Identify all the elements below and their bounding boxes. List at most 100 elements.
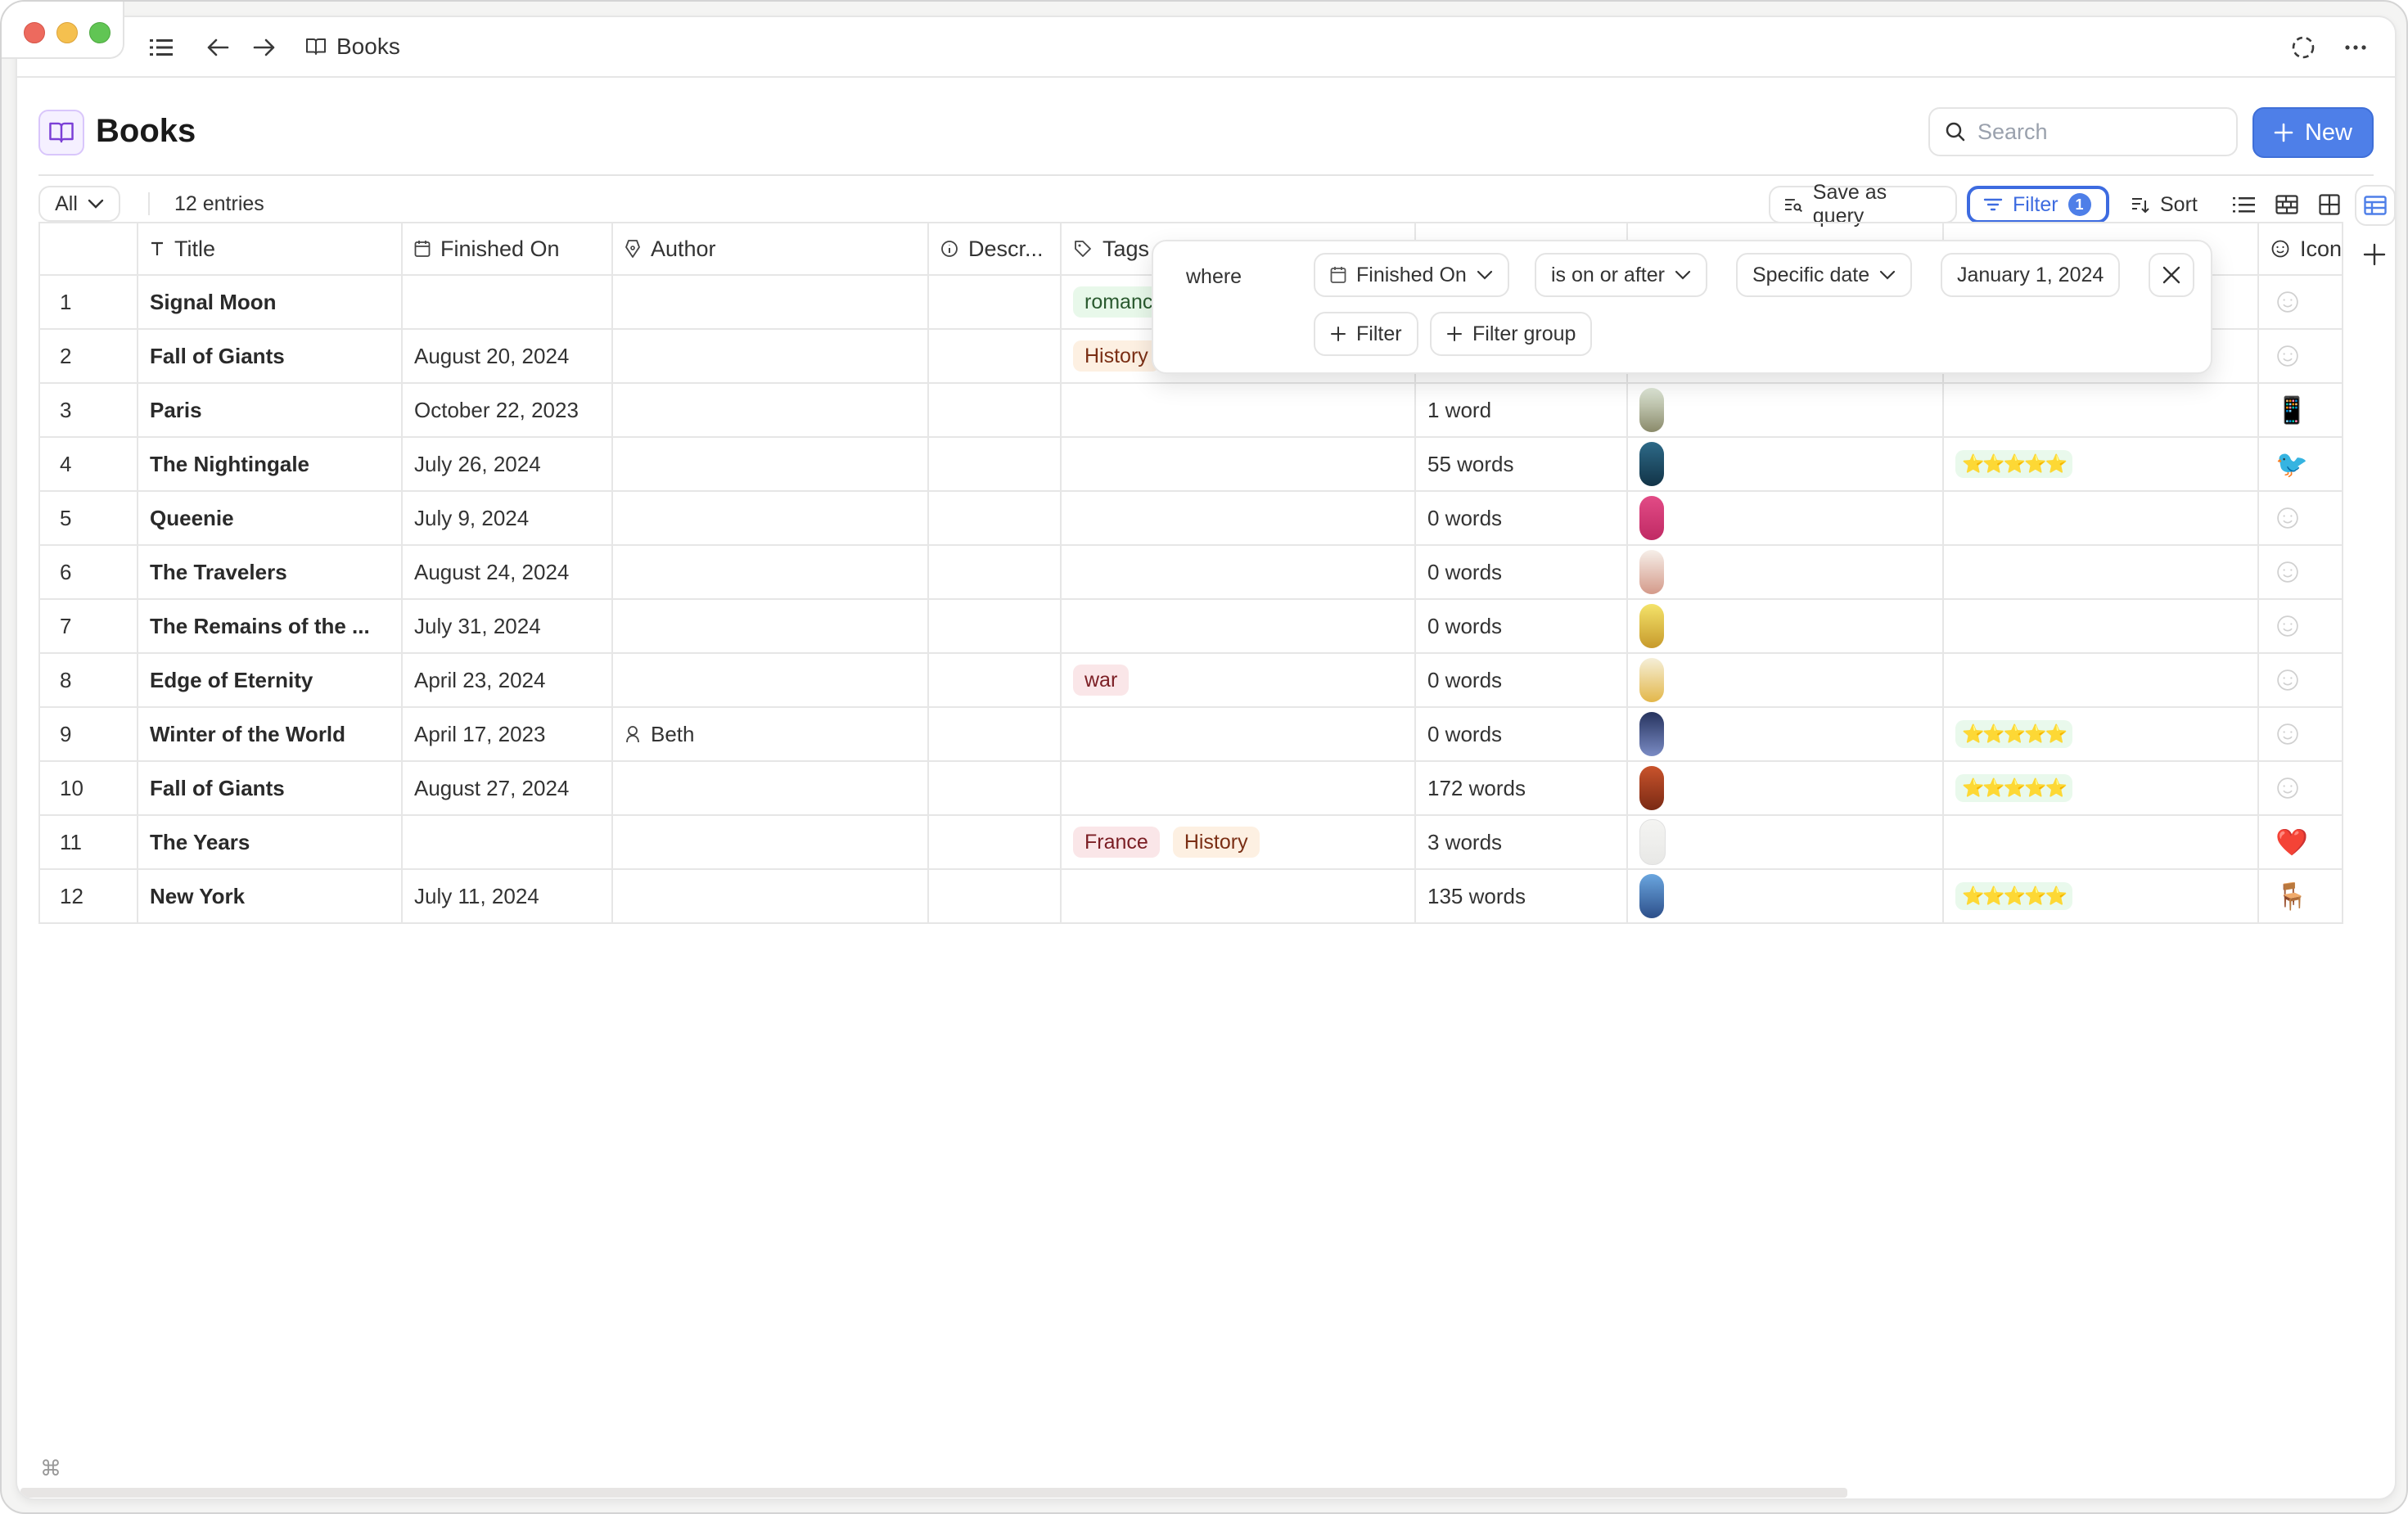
rating-cell[interactable] [1944,492,2259,546]
description-cell[interactable] [929,708,1062,762]
cover-cell[interactable] [1628,708,1944,762]
rating-cell[interactable] [1944,654,2259,708]
book-cover-image[interactable] [1639,388,1664,432]
tags-cell[interactable] [1062,546,1416,600]
description-cell[interactable] [929,870,1062,924]
tags-cell[interactable] [1062,870,1416,924]
title-cell[interactable]: The Nightingale [138,438,403,492]
column-header-num[interactable] [38,222,138,276]
description-cell[interactable] [929,600,1062,654]
finished-on-cell[interactable]: April 17, 2023 [403,708,613,762]
more-options-button[interactable] [2342,34,2370,61]
title-cell[interactable]: Queenie [138,492,403,546]
title-cell[interactable]: The Years [138,816,403,870]
add-column-button[interactable] [2358,238,2391,271]
icon-cell[interactable] [2259,600,2343,654]
icon-cell[interactable]: 🪑 [2259,870,2343,924]
search-input[interactable] [1976,118,2225,146]
filter-date-input[interactable]: January 1, 2024 [1941,253,2121,297]
tags-cell[interactable] [1062,762,1416,816]
title-cell[interactable]: Signal Moon [138,276,403,330]
tags-cell[interactable] [1062,600,1416,654]
sync-button[interactable] [2289,34,2317,61]
tags-cell[interactable] [1062,492,1416,546]
finished-on-cell[interactable]: July 26, 2024 [403,438,613,492]
back-button[interactable] [204,34,232,61]
description-cell[interactable] [929,654,1062,708]
book-cover-image[interactable] [1639,442,1664,486]
title-cell[interactable]: Winter of the World [138,708,403,762]
icon-cell[interactable]: 📱 [2259,384,2343,438]
book-cover-image[interactable] [1639,819,1666,865]
author-cell[interactable] [613,762,929,816]
book-cover-image[interactable] [1639,658,1664,702]
finished-on-cell[interactable]: August 27, 2024 [403,762,613,816]
search-box[interactable] [1928,107,2238,156]
icon-cell[interactable] [2259,654,2343,708]
title-cell[interactable]: New York [138,870,403,924]
view-filter-dropdown[interactable]: All [38,186,120,222]
list-view-button[interactable] [2229,189,2260,220]
cover-cell[interactable] [1628,600,1944,654]
board-view-button[interactable] [2314,189,2345,220]
description-cell[interactable] [929,276,1062,330]
description-cell[interactable] [929,384,1062,438]
add-filter-group-button[interactable]: Filter group [1430,312,1593,356]
gallery-view-button[interactable] [2271,189,2302,220]
remove-filter-button[interactable] [2149,253,2194,297]
finished-on-cell[interactable]: August 24, 2024 [403,546,613,600]
add-filter-button[interactable]: Filter [1314,312,1418,356]
save-as-query-button[interactable]: Save as query [1769,181,1957,228]
finished-on-cell[interactable] [403,276,613,330]
column-header-description[interactable]: Descr... [929,222,1062,276]
rating-cell[interactable] [1944,600,2259,654]
author-cell[interactable]: Beth [613,708,929,762]
book-cover-image[interactable] [1639,874,1664,918]
filter-field-dropdown[interactable]: Finished On [1314,253,1509,297]
icon-cell[interactable] [2259,276,2343,330]
page-icon[interactable] [38,110,84,155]
cover-cell[interactable] [1628,438,1944,492]
filter-operator-dropdown[interactable]: is on or after [1535,253,1707,297]
title-cell[interactable]: The Remains of the ... [138,600,403,654]
tags-cell[interactable]: France History [1062,816,1416,870]
cover-cell[interactable] [1628,492,1944,546]
cover-cell[interactable] [1628,870,1944,924]
column-header-icon[interactable]: Icon [2259,222,2343,276]
sort-button[interactable]: Sort [2116,186,2214,223]
author-cell[interactable] [613,276,929,330]
cover-cell[interactable] [1628,762,1944,816]
rating-cell[interactable]: ⭐⭐⭐⭐⭐ [1944,708,2259,762]
rating-cell[interactable]: ⭐⭐⭐⭐⭐ [1944,438,2259,492]
finished-on-cell[interactable]: July 31, 2024 [403,600,613,654]
description-cell[interactable] [929,546,1062,600]
scrollbar-thumb[interactable] [20,1488,1847,1498]
icon-cell[interactable] [2259,546,2343,600]
icon-cell[interactable] [2259,708,2343,762]
author-cell[interactable] [613,438,929,492]
finished-on-cell[interactable]: August 20, 2024 [403,330,613,384]
cover-cell[interactable] [1628,384,1944,438]
zoom-window-button[interactable] [89,22,110,43]
finished-on-cell[interactable]: April 23, 2024 [403,654,613,708]
title-cell[interactable]: The Travelers [138,546,403,600]
title-cell[interactable]: Edge of Eternity [138,654,403,708]
filter-button[interactable]: Filter 1 [1967,186,2109,223]
book-cover-image[interactable] [1639,604,1664,648]
icon-cell[interactable] [2259,330,2343,384]
rating-cell[interactable] [1944,384,2259,438]
description-cell[interactable] [929,816,1062,870]
tags-cell[interactable] [1062,438,1416,492]
table-view-button[interactable] [2355,185,2395,226]
minimize-window-button[interactable] [56,22,78,43]
author-cell[interactable] [613,870,929,924]
column-header-title[interactable]: Title [138,222,403,276]
finished-on-cell[interactable]: July 11, 2024 [403,870,613,924]
icon-cell[interactable] [2259,492,2343,546]
tags-cell[interactable] [1062,384,1416,438]
author-cell[interactable] [613,600,929,654]
tags-cell[interactable]: war [1062,654,1416,708]
finished-on-cell[interactable] [403,816,613,870]
tags-cell[interactable] [1062,708,1416,762]
author-cell[interactable] [613,654,929,708]
